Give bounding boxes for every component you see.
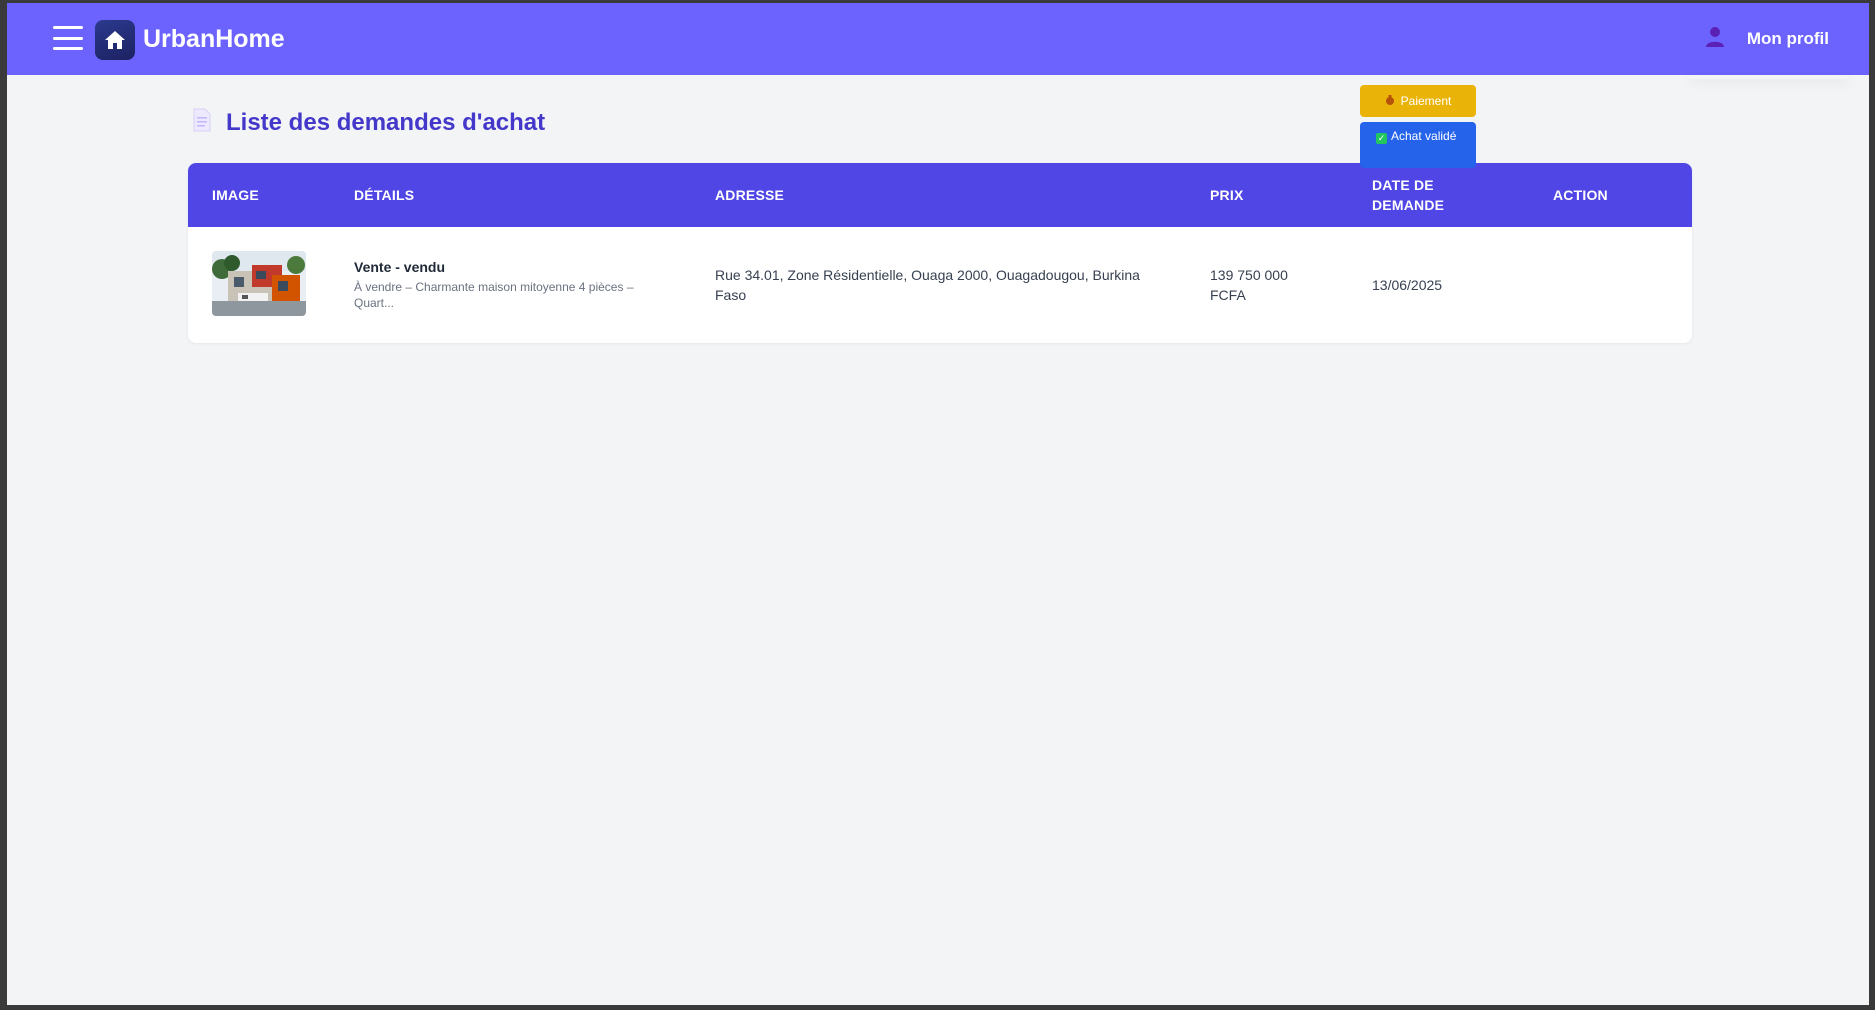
column-header-action: ACTION bbox=[1553, 187, 1608, 203]
property-description: À vendre – Charmante maison mitoyenne 4 … bbox=[354, 280, 634, 310]
app-window: UrbanHome Mon profil Liste des demandes … bbox=[7, 3, 1869, 1005]
brand-name[interactable]: UrbanHome bbox=[143, 25, 285, 54]
payment-button[interactable]: Paiement bbox=[1360, 85, 1476, 117]
column-header-image: IMAGE bbox=[212, 187, 259, 203]
property-title: Vente - vendu bbox=[354, 259, 446, 275]
column-header-request-date: DATE DE DEMANDE bbox=[1372, 177, 1445, 213]
request-date: 13/06/2025 bbox=[1372, 277, 1443, 293]
column-header-details: DÉTAILS bbox=[354, 187, 415, 203]
date-cell: 13/06/2025 bbox=[1372, 227, 1492, 343]
page-title: Liste des demandes d'achat bbox=[226, 108, 546, 136]
purchase-requests-table: IMAGE DÉTAILS ADRESSE PRIX DATE DE DEMAN… bbox=[188, 163, 1692, 343]
user-icon bbox=[1705, 26, 1725, 53]
profile-label: Mon profil bbox=[1746, 29, 1829, 48]
property-price: 139 750 000 FCFA bbox=[1210, 267, 1288, 303]
column-header-address: ADRESSE bbox=[715, 187, 785, 203]
top-navbar: UrbanHome Mon profil bbox=[7, 3, 1869, 75]
money-bag-icon bbox=[1385, 94, 1395, 108]
hamburger-menu-icon[interactable] bbox=[53, 26, 83, 50]
address-cell: Rue 34.01, Zone Résidentielle, Ouaga 200… bbox=[715, 227, 1155, 343]
profile-link[interactable]: Mon profil bbox=[1705, 21, 1829, 57]
table-row: Vente - vendu À vendre – Charmante maiso… bbox=[188, 227, 1692, 343]
property-thumbnail[interactable] bbox=[212, 251, 306, 316]
check-icon: ✓ bbox=[1376, 133, 1387, 144]
home-logo-icon[interactable] bbox=[95, 20, 135, 60]
table-header: IMAGE DÉTAILS ADRESSE PRIX DATE DE DEMAN… bbox=[188, 163, 1692, 227]
document-icon bbox=[192, 108, 212, 137]
profile-dropdown-shadow bbox=[1689, 75, 1849, 79]
column-header-price: PRIX bbox=[1210, 187, 1244, 203]
page-title-row: Liste des demandes d'achat bbox=[192, 108, 545, 137]
details-cell: Vente - vendu À vendre – Charmante maiso… bbox=[354, 227, 654, 343]
price-cell: 139 750 000 FCFA bbox=[1210, 227, 1310, 343]
purchase-validated-label: Achat validé bbox=[1391, 129, 1457, 143]
property-address: Rue 34.01, Zone Résidentielle, Ouaga 200… bbox=[715, 267, 1140, 303]
payment-button-label: Paiement bbox=[1400, 94, 1452, 108]
purchase-validated-button[interactable]: ✓ Achat validé bbox=[1360, 122, 1476, 168]
